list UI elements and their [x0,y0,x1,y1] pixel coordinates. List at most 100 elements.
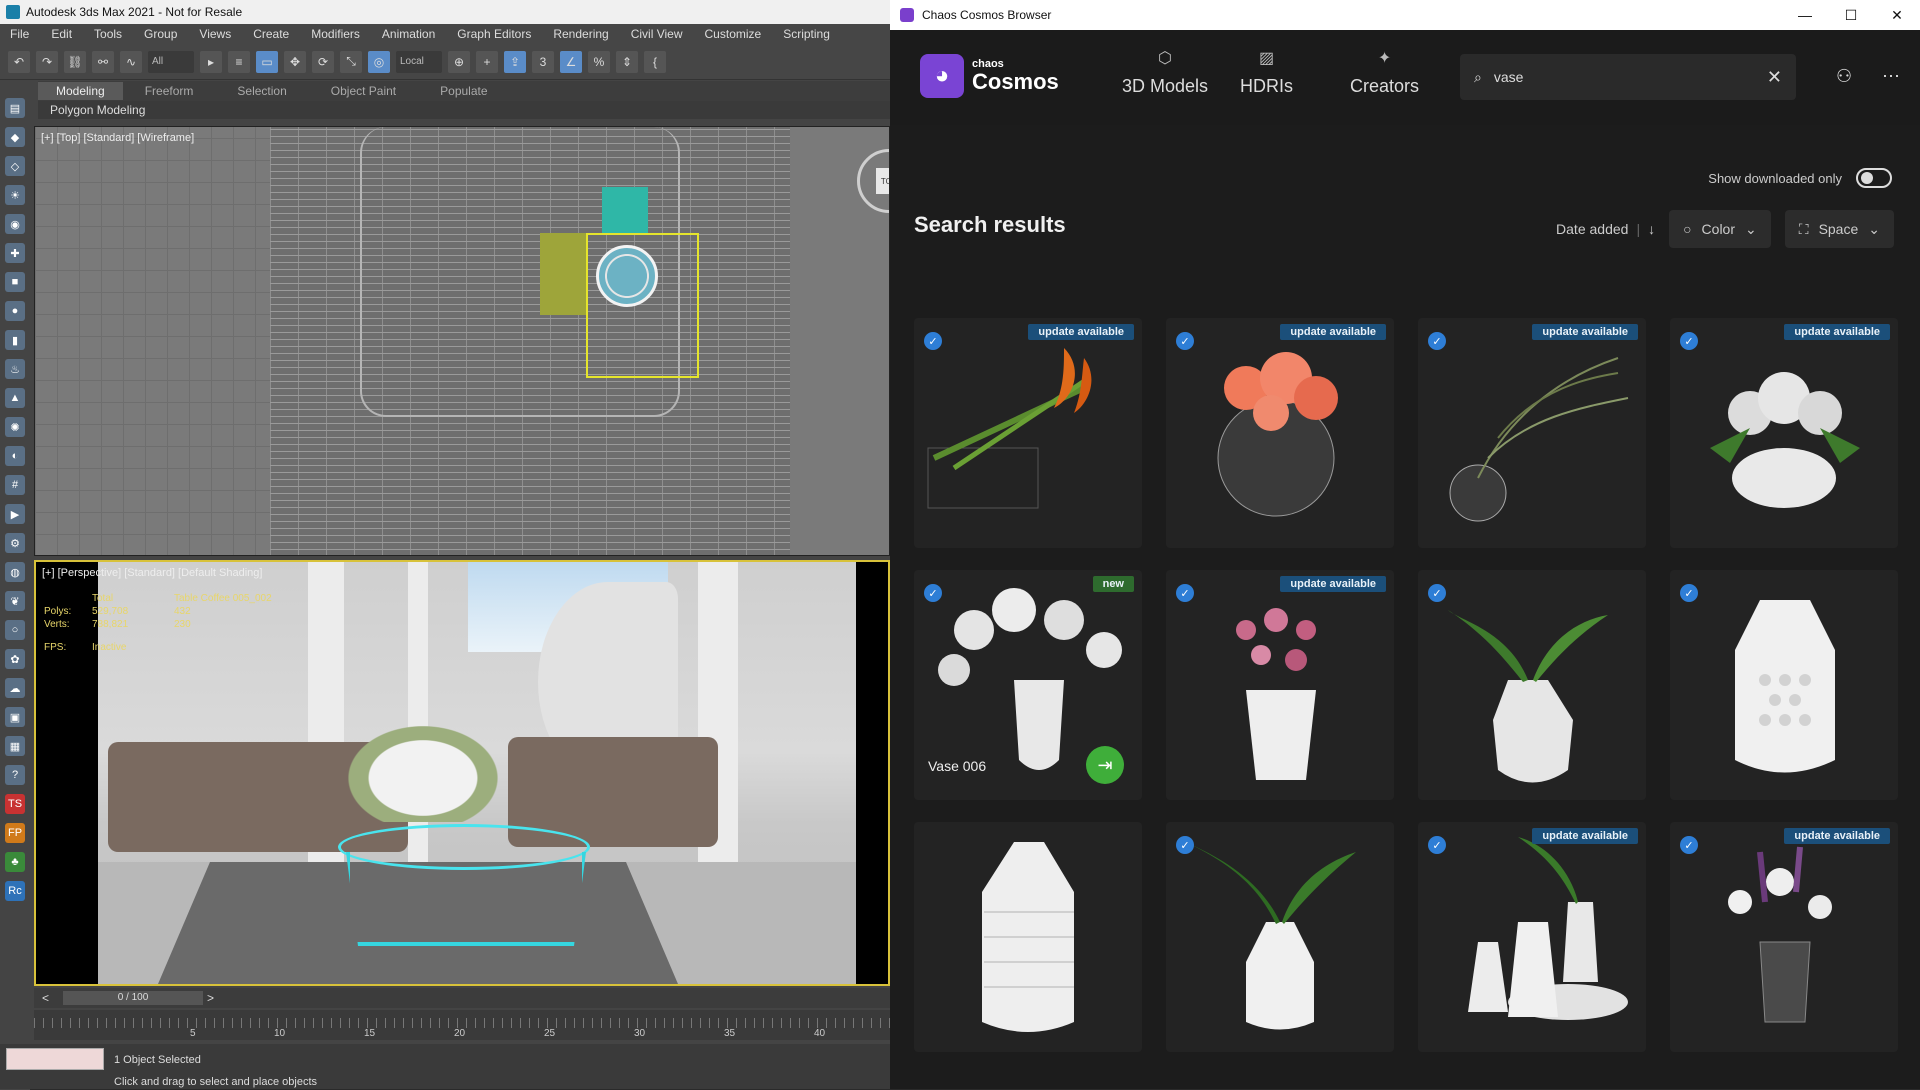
menu-customize[interactable]: Customize [695,27,774,41]
bind-spacewarp-icon[interactable]: ∿ [120,50,142,73]
redo-icon[interactable]: ↷ [36,50,58,73]
select-manipulate-icon[interactable]: + [476,50,498,73]
grid-icon[interactable]: # [5,475,25,495]
more-options-icon[interactable]: ⋯ [1882,66,1900,87]
undo-icon[interactable]: ↶ [8,50,30,73]
maximize-icon[interactable]: ☐ [1828,0,1874,30]
help-icon[interactable]: ? [5,765,25,785]
sphere-icon[interactable]: ● [5,301,25,321]
search-box[interactable]: ⌕ vase ✕ [1460,54,1796,100]
ribbon-tab-populate[interactable]: Populate [418,84,509,98]
asset-card[interactable] [914,822,1142,1052]
helper-icon[interactable]: ✚ [5,243,25,263]
track-bar[interactable]: 5 10 15 20 25 30 35 40 [34,1010,890,1040]
menu-tools[interactable]: Tools [84,27,134,41]
cosmos-icon[interactable]: ☁ [5,678,25,698]
menu-views[interactable]: Views [189,27,243,41]
ref-coord-dropdown[interactable]: Local [396,50,442,73]
scale-icon[interactable]: ⤡ [340,50,362,73]
asset-card[interactable]: ✓ update available [1418,822,1646,1052]
unlink-icon[interactable]: ⚯ [92,50,114,73]
asset-card[interactable]: ✓ [1418,570,1646,800]
rc-icon[interactable]: Rc [5,881,25,901]
menu-modifiers[interactable]: Modifiers [301,27,372,41]
cosmos-logo[interactable]: ◕ chaos Cosmos [920,54,1059,98]
material-icon[interactable]: ◐ [5,446,25,466]
ts-icon[interactable]: TS [5,794,25,814]
color-filter[interactable]: ○ Color ⌄ [1669,210,1771,248]
ribbon-tab-selection[interactable]: Selection [215,84,308,98]
create-icon[interactable]: ◆ [5,127,25,147]
maxscript-listener[interactable] [6,1048,104,1070]
search-input[interactable]: vase [1494,69,1524,85]
batch-icon[interactable]: ▦ [5,736,25,756]
plant-icon[interactable]: ❦ [5,591,25,611]
asset-card[interactable]: ✓ update available [1166,318,1394,548]
palette-icon[interactable]: ✿ [5,649,25,669]
import-icon[interactable]: ⇥ [1086,746,1124,784]
scene-explorer-icon[interactable]: ▤ [5,98,25,118]
forest-icon[interactable]: ♣ [5,852,25,872]
menu-rendering[interactable]: Rendering [543,27,620,41]
viewport-top[interactable]: TOP [+] [Top] [Standard] [Wireframe] [34,126,890,556]
move-icon[interactable]: ✥ [284,50,306,73]
viewcube[interactable]: TOP [857,149,889,213]
rotate-icon[interactable]: ⟳ [312,50,334,73]
spinner-snap-icon[interactable]: ⇕ [616,50,638,73]
sun-icon[interactable]: ✺ [5,417,25,437]
asset-card[interactable]: ✓ update available [1166,570,1394,800]
select-object-icon[interactable]: ▸ [200,50,222,73]
asset-card[interactable]: ✓ [1670,570,1898,800]
pivot-icon[interactable]: ⊕ [448,50,470,73]
asset-card[interactable]: ✓ update available [1670,318,1898,548]
cylinder-icon[interactable]: ▮ [5,330,25,350]
show-downloaded-toggle[interactable] [1856,168,1892,188]
menu-civil-view[interactable]: Civil View [621,27,695,41]
percent-snap-icon[interactable]: % [588,50,610,73]
clear-search-icon[interactable]: ✕ [1767,67,1782,88]
rect-selection-icon[interactable]: ▭ [256,50,278,73]
tab-3d-models[interactable]: ⬡ 3D Models [1122,48,1208,97]
menu-file[interactable]: File [0,27,41,41]
selection-filter-dropdown[interactable]: All [148,50,194,73]
time-next-icon[interactable]: > [207,991,214,1005]
ribbon-tab-freeform[interactable]: Freeform [123,84,216,98]
teapot-icon[interactable]: ♨ [5,359,25,379]
asset-card[interactable]: ✓ [1166,822,1394,1052]
user-icon[interactable]: ⚇ [1836,66,1852,87]
time-prev-icon[interactable]: < [42,991,49,1005]
light-icon[interactable]: ☀ [5,185,25,205]
modify-icon[interactable]: ◇ [5,156,25,176]
tab-creators[interactable]: ✦ Creators [1350,48,1419,97]
camera-icon[interactable]: ◉ [5,214,25,234]
menu-animation[interactable]: Animation [372,27,447,41]
named-selection-icon[interactable]: { [644,50,666,73]
viewport-top-label[interactable]: [+] [Top] [Standard] [Wireframe] [41,132,194,144]
menu-edit[interactable]: Edit [41,27,84,41]
link-icon[interactable]: ⛓ [64,50,86,73]
ribbon-tab-object-paint[interactable]: Object Paint [309,84,418,98]
frame-buffer-icon[interactable]: ▣ [5,707,25,727]
close-icon[interactable]: ✕ [1874,0,1920,30]
environment-icon[interactable]: ◍ [5,562,25,582]
place-icon[interactable]: ◎ [368,50,390,73]
asset-card[interactable]: ✓ update available [1418,318,1646,548]
render-icon[interactable]: ▶ [5,504,25,524]
asset-card[interactable]: ✓ update available [1670,822,1898,1052]
menu-create[interactable]: Create [243,27,301,41]
angle-snap-icon[interactable]: ∠ [560,50,582,73]
box-icon[interactable]: ■ [5,272,25,292]
select-by-name-icon[interactable]: ≡ [228,50,250,73]
time-slider[interactable]: 0 / 100 [63,991,204,1005]
tab-hdris[interactable]: ▨ HDRIs [1240,48,1293,97]
ribbon-polygon-modeling[interactable]: Polygon Modeling [38,101,890,119]
menu-group[interactable]: Group [134,27,189,41]
cone-icon[interactable]: ▲ [5,388,25,408]
menu-graph-editors[interactable]: Graph Editors [447,27,543,41]
snap-toggle-icon[interactable]: 3 [532,50,554,73]
viewport-persp-label[interactable]: [+] [Perspective] [Standard] [Default Sh… [42,567,262,579]
menu-scripting[interactable]: Scripting [773,27,842,41]
sort-dropdown[interactable]: Date added | ↓ [1556,221,1655,237]
space-filter[interactable]: ⛶ Space ⌄ [1784,210,1894,248]
viewport-perspective[interactable]: Total Table Coffee 005_002 Polys: 529,708 4… [34,560,890,986]
